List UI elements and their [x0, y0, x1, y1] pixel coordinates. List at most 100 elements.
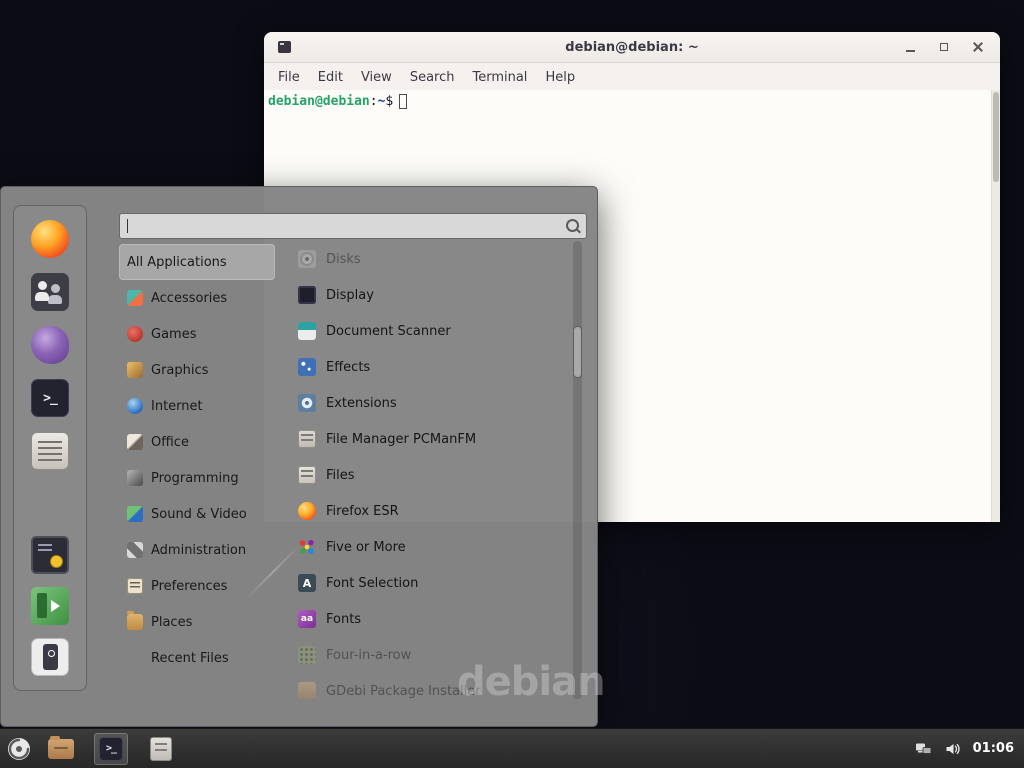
- terminal-cursor: [399, 94, 407, 109]
- accessories-icon: [127, 290, 143, 306]
- app-display[interactable]: Display: [284, 277, 570, 313]
- menu-view[interactable]: View: [352, 70, 401, 85]
- firefox-icon[interactable]: [31, 220, 69, 258]
- four-in-a-row-icon: [298, 646, 316, 664]
- favorites-group: >_: [31, 220, 69, 470]
- terminal-icon[interactable]: >_: [31, 379, 69, 417]
- category-games[interactable]: Games: [119, 316, 275, 352]
- pidgin-icon[interactable]: [31, 326, 69, 364]
- games-icon: [127, 326, 143, 342]
- folder-icon: [48, 739, 74, 759]
- text-caret: [127, 219, 128, 233]
- files-taskbar-icon[interactable]: [144, 733, 178, 765]
- window-title: debian@debian: ~: [565, 40, 698, 55]
- terminal-glyph: >_: [43, 391, 57, 406]
- app-firefox-esr[interactable]: Firefox ESR: [284, 493, 570, 529]
- category-all-applications[interactable]: All Applications: [119, 244, 275, 280]
- internet-icon: [127, 398, 143, 414]
- category-graphics[interactable]: Graphics: [119, 352, 275, 388]
- display-icon: [298, 286, 316, 304]
- terminal-icon: >_: [99, 737, 123, 761]
- terminal-menubar: File Edit View Search Terminal Help: [264, 63, 1000, 92]
- menu-file[interactable]: File: [269, 70, 309, 85]
- category-accessories[interactable]: Accessories: [119, 280, 275, 316]
- app-five-or-more[interactable]: Five or More: [284, 529, 570, 565]
- menu-search[interactable]: Search: [401, 70, 464, 85]
- menu-button[interactable]: [0, 729, 38, 768]
- application-menu: >_ All Applications Accessories: [0, 186, 598, 727]
- prompt-path: ~: [378, 94, 386, 109]
- prompt-line: debian@debian:~$: [264, 90, 1000, 109]
- prompt-separator: :: [370, 94, 378, 109]
- volume-icon[interactable]: [944, 741, 961, 757]
- app-effects[interactable]: Effects: [284, 349, 570, 385]
- search-bar: [119, 213, 587, 239]
- session-group: [31, 536, 69, 676]
- taskbar: >_ 01:06: [0, 728, 1024, 768]
- network-icon[interactable]: [915, 741, 932, 757]
- preferences-icon: [127, 578, 143, 594]
- category-office[interactable]: Office: [119, 424, 275, 460]
- category-programming[interactable]: Programming: [119, 460, 275, 496]
- app-extensions[interactable]: Extensions: [284, 385, 570, 421]
- terminal-app-icon: [278, 41, 291, 53]
- office-icon: [127, 434, 143, 450]
- graphics-icon: [127, 362, 143, 378]
- clock[interactable]: 01:06: [973, 741, 1014, 756]
- software-icon[interactable]: [31, 432, 69, 470]
- menu-swirl-icon: [6, 736, 32, 762]
- app-files[interactable]: Files: [284, 457, 570, 493]
- file-manager-taskbar-icon[interactable]: [44, 733, 78, 765]
- menu-edit[interactable]: Edit: [309, 70, 352, 85]
- minimize-button[interactable]: [902, 39, 918, 55]
- terminal-titlebar[interactable]: debian@debian: ~: [264, 32, 1000, 63]
- files-icon: [298, 466, 316, 484]
- window-controls: [902, 32, 986, 62]
- app-font-selection[interactable]: A Font Selection: [284, 565, 570, 601]
- search-input[interactable]: [119, 213, 587, 239]
- fonts-icon: aa: [298, 610, 316, 628]
- category-list: All Applications Accessories Games Graph…: [119, 244, 275, 676]
- contacts-icon[interactable]: [31, 273, 69, 311]
- category-sound-video[interactable]: Sound & Video: [119, 496, 275, 532]
- terminal-taskbar-icon[interactable]: >_: [94, 733, 128, 765]
- logout-icon[interactable]: [31, 587, 69, 625]
- prompt-user-host: debian@debian: [268, 94, 370, 109]
- extensions-icon: [298, 394, 316, 412]
- terminal-scrollbar[interactable]: [991, 90, 1000, 522]
- gdebi-icon: [298, 682, 316, 699]
- app-disks[interactable]: Disks: [284, 241, 570, 277]
- places-icon: [127, 614, 143, 630]
- close-button[interactable]: [970, 39, 986, 55]
- app-document-scanner[interactable]: Document Scanner: [284, 313, 570, 349]
- menu-terminal[interactable]: Terminal: [463, 70, 536, 85]
- menu-scrollbar-thumb[interactable]: [574, 327, 581, 377]
- document-scanner-icon: [298, 322, 316, 340]
- menu-scrollbar[interactable]: [573, 241, 582, 699]
- administration-icon: [127, 542, 143, 558]
- effects-icon: [298, 358, 316, 376]
- shutdown-icon[interactable]: [31, 638, 69, 676]
- programming-icon: [127, 470, 143, 486]
- menu-help[interactable]: Help: [536, 70, 584, 85]
- search-icon: [566, 219, 579, 232]
- app-fonts[interactable]: aa Fonts: [284, 601, 570, 637]
- files-icon: [150, 737, 172, 761]
- app-list: Disks Display Document Scanner Effects E…: [284, 241, 570, 699]
- disks-icon: [298, 250, 316, 268]
- system-tray: 01:06: [915, 741, 1024, 757]
- five-or-more-icon: [298, 538, 316, 556]
- category-recent-files[interactable]: Recent Files: [119, 640, 275, 676]
- category-preferences[interactable]: Preferences: [119, 568, 275, 604]
- desktop: debian@debian: ~ File Edit View Search T…: [0, 0, 1024, 768]
- maximize-button[interactable]: [936, 39, 952, 55]
- terminal-scrollbar-thumb[interactable]: [993, 92, 999, 182]
- file-manager-icon: [298, 430, 316, 448]
- app-file-manager-pcmanfm[interactable]: File Manager PCManFM: [284, 421, 570, 457]
- category-internet[interactable]: Internet: [119, 388, 275, 424]
- debian-watermark: debian: [457, 659, 605, 705]
- category-places[interactable]: Places: [119, 604, 275, 640]
- sound-video-icon: [127, 506, 143, 522]
- screensaver-icon[interactable]: [31, 536, 69, 574]
- category-administration[interactable]: Administration: [119, 532, 275, 568]
